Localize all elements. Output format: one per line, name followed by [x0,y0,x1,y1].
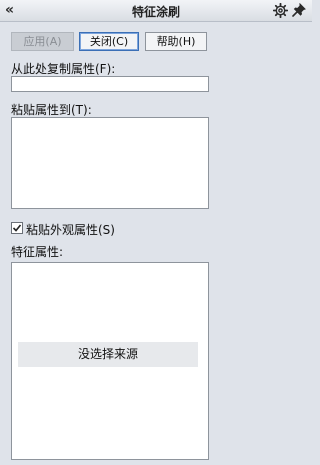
copy-from-label: 从此处复制属性(F): [11,62,116,76]
close-button[interactable]: 关闭(C) [79,32,139,51]
paste-to-label: 粘贴属性到(T): [11,103,92,117]
copy-from-field[interactable] [11,76,209,92]
paste-appearance-checkbox[interactable] [11,222,23,234]
paste-to-list[interactable] [11,117,209,209]
paste-appearance-label[interactable]: 粘贴外观属性(S) [26,221,115,238]
pin-icon[interactable] [292,2,306,18]
feature-properties-panel[interactable]: 没选择来源 [11,262,209,460]
gear-icon[interactable] [272,2,289,19]
feature-properties-label: 特征属性: [11,245,64,259]
title-bar: « 特征涂刷 [0,0,312,22]
help-button[interactable]: 帮助(H) [145,32,207,51]
check-icon [12,224,22,232]
no-source-message: 没选择来源 [18,342,198,367]
panel-title: 特征涂刷 [131,5,180,19]
apply-button[interactable]: 应用(A) [11,32,74,51]
